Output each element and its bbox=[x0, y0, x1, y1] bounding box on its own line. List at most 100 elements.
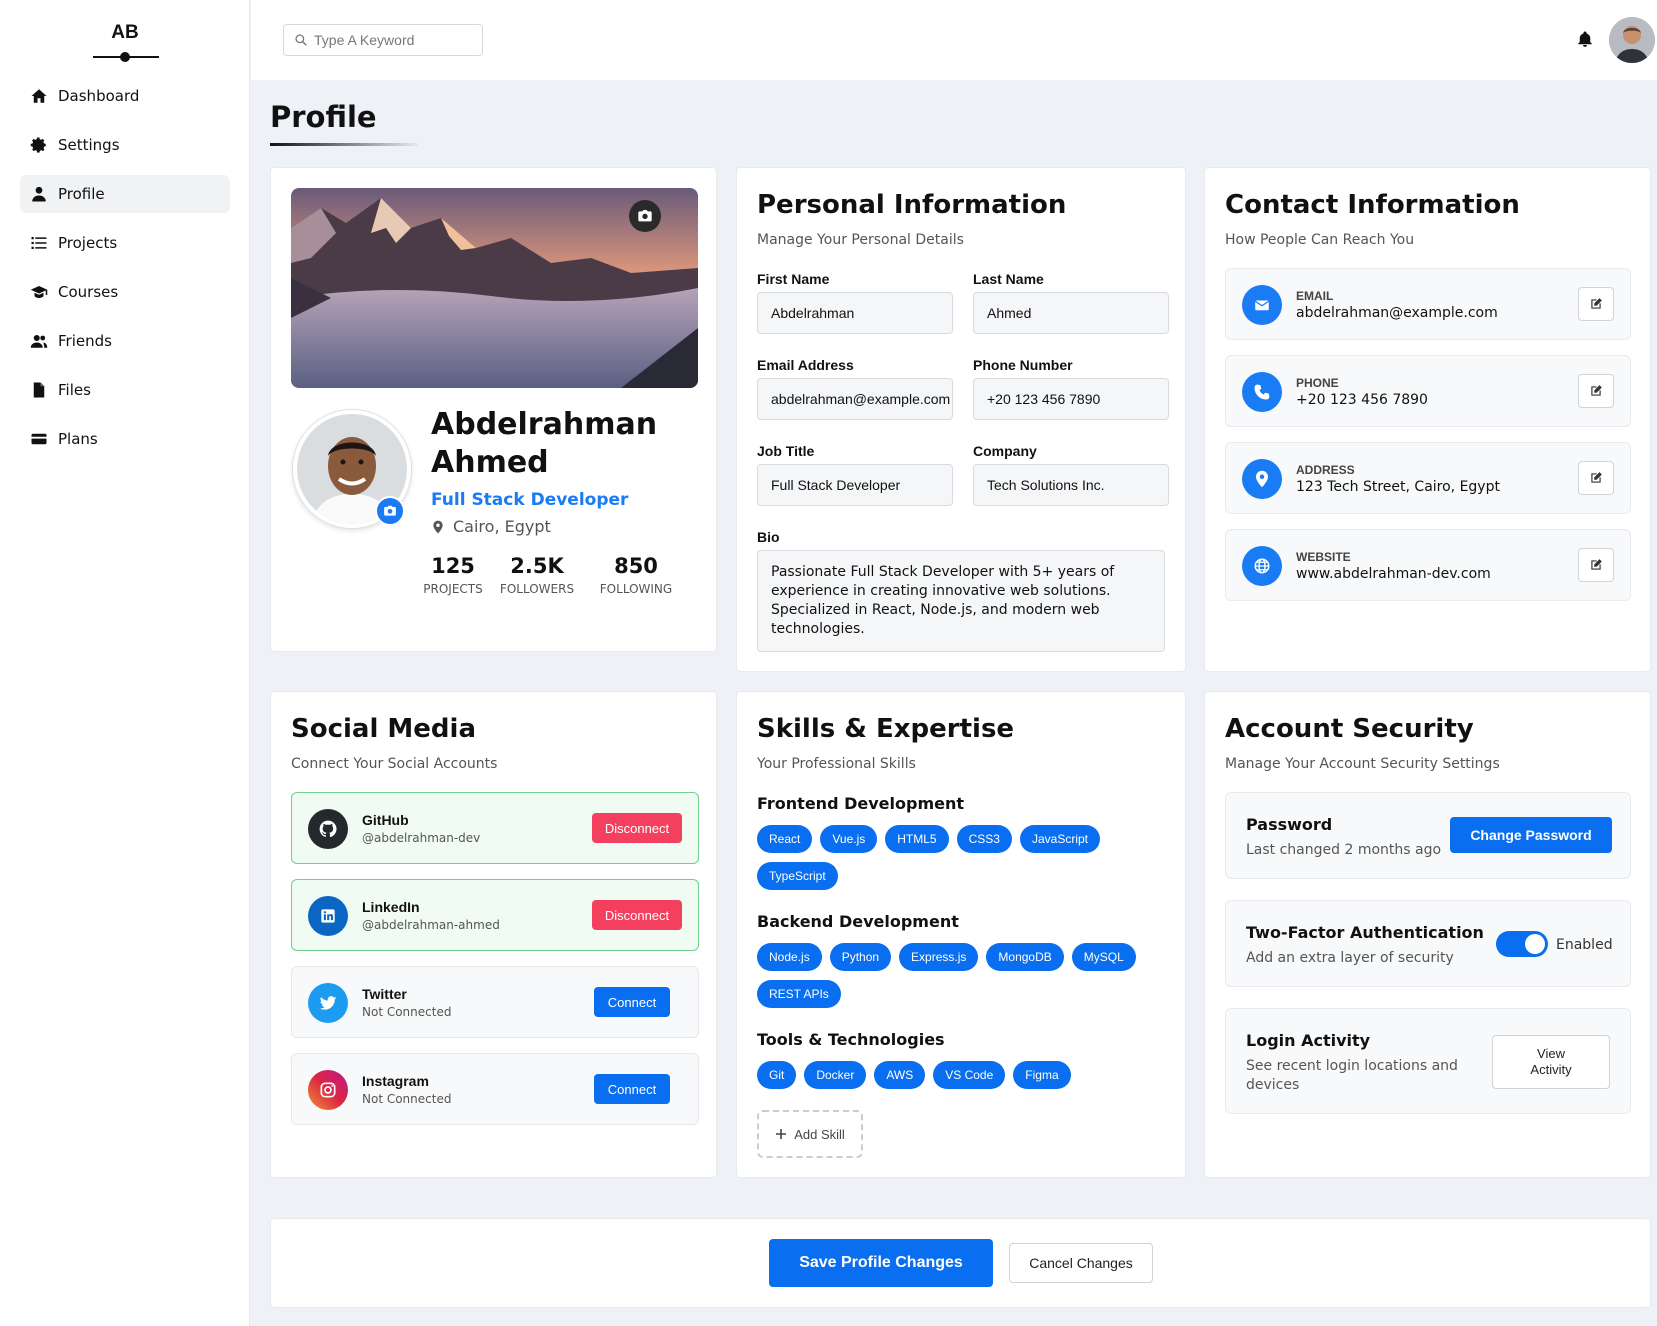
skill-tag[interactable]: React bbox=[757, 825, 813, 853]
user-avatar[interactable] bbox=[1609, 17, 1655, 63]
skill-tag[interactable]: Docker bbox=[804, 1061, 867, 1089]
sidebar-item-courses[interactable]: Courses bbox=[20, 273, 230, 311]
brand-logo[interactable]: AB bbox=[0, 22, 250, 44]
bell-icon[interactable] bbox=[1576, 30, 1594, 48]
skills-card: Skills & Expertise Your Professional Ski… bbox=[736, 691, 1186, 1178]
skill-tag[interactable]: Python bbox=[829, 943, 892, 971]
skill-tag[interactable]: Figma bbox=[1013, 1061, 1071, 1089]
phone-icon bbox=[1242, 372, 1282, 412]
cancel-changes-button[interactable]: Cancel Changes bbox=[1009, 1243, 1153, 1283]
contact-item-address: ADDRESS 123 Tech Street, Cairo, Egypt bbox=[1225, 442, 1631, 514]
card-title: Skills & Expertise bbox=[757, 714, 1015, 744]
password-title: Password bbox=[1246, 815, 1333, 834]
password-section: Password Last changed 2 months ago Chang… bbox=[1225, 792, 1631, 879]
save-profile-button[interactable]: Save Profile Changes bbox=[769, 1239, 993, 1287]
envelope-icon bbox=[1242, 285, 1282, 325]
add-skill-button[interactable]: Add Skill bbox=[757, 1110, 863, 1158]
email-label: Email Address bbox=[757, 357, 854, 373]
skill-tag[interactable]: TypeScript bbox=[757, 862, 838, 890]
contact-type: ADDRESS bbox=[1296, 463, 1355, 477]
search-icon bbox=[295, 34, 307, 46]
gear-icon bbox=[30, 137, 46, 153]
card-subtitle: Your Professional Skills bbox=[757, 756, 916, 772]
disconnect-github-button[interactable]: Disconnect bbox=[592, 813, 682, 843]
skill-tags-backend: Node.js Python Express.js MongoDB MySQL … bbox=[757, 943, 1167, 1008]
cover-camera-icon[interactable] bbox=[629, 200, 661, 232]
phone-input[interactable]: +20 123 456 7890 bbox=[973, 378, 1169, 420]
company-label: Company bbox=[973, 443, 1037, 459]
twitter-icon bbox=[308, 983, 348, 1023]
card-title: Account Security bbox=[1225, 714, 1474, 744]
skill-group-title: Frontend Development bbox=[757, 794, 964, 813]
tfa-state: Enabled bbox=[1556, 937, 1613, 953]
edit-icon bbox=[1591, 385, 1602, 396]
stat-projects: 125 PROJECTS bbox=[423, 554, 483, 596]
search-input[interactable]: Type A Keyword bbox=[283, 24, 483, 56]
edit-email-button[interactable] bbox=[1578, 287, 1614, 321]
stat-label: FOLLOWING bbox=[599, 582, 673, 596]
two-factor-toggle[interactable] bbox=[1496, 931, 1548, 957]
sidebar-item-friends[interactable]: Friends bbox=[20, 322, 230, 360]
social-handle: Not Connected bbox=[362, 1005, 452, 1019]
sidebar-item-plans[interactable]: Plans bbox=[20, 420, 230, 458]
stat-value: 850 bbox=[614, 554, 658, 578]
contact-type: PHONE bbox=[1296, 376, 1339, 390]
sidebar: AB Dashboard Settings Profile Projects C… bbox=[0, 0, 250, 1326]
skill-tag[interactable]: Vue.js bbox=[820, 825, 878, 853]
edit-icon bbox=[1591, 298, 1602, 309]
skill-tag[interactable]: JavaScript bbox=[1019, 825, 1100, 853]
skill-tag[interactable]: REST APIs bbox=[757, 980, 841, 1008]
bio-textarea[interactable]: Passionate Full Stack Developer with 5+ … bbox=[757, 550, 1165, 652]
connect-twitter-button[interactable]: Connect bbox=[594, 987, 670, 1017]
skill-tag[interactable]: MySQL bbox=[1071, 943, 1136, 971]
edit-address-button[interactable] bbox=[1578, 461, 1614, 495]
github-icon bbox=[308, 809, 348, 849]
skill-tag[interactable]: Express.js bbox=[899, 943, 979, 971]
last-name-input[interactable]: Ahmed bbox=[973, 292, 1169, 334]
view-activity-button[interactable]: View Activity bbox=[1492, 1035, 1610, 1089]
card-subtitle: Manage Your Personal Details bbox=[757, 232, 964, 248]
tfa-subtitle: Add an extra layer of security bbox=[1246, 950, 1454, 966]
map-pin-icon bbox=[433, 520, 443, 533]
stat-following: 850 FOLLOWING bbox=[596, 554, 676, 596]
sidebar-item-files[interactable]: Files bbox=[20, 371, 230, 409]
contact-value: abdelrahman@example.com bbox=[1296, 305, 1498, 321]
skill-tag[interactable]: MongoDB bbox=[986, 943, 1064, 971]
disconnect-linkedin-button[interactable]: Disconnect bbox=[592, 900, 682, 930]
skill-tag[interactable]: Node.js bbox=[757, 943, 822, 971]
first-name-input[interactable]: Abdelrahman bbox=[757, 292, 953, 334]
sidebar-item-dashboard[interactable]: Dashboard bbox=[20, 77, 230, 115]
skill-tag[interactable]: CSS3 bbox=[956, 825, 1012, 853]
sidebar-item-settings[interactable]: Settings bbox=[20, 126, 230, 164]
social-item-github: GitHub @abdelrahman-dev Disconnect bbox=[291, 792, 699, 864]
social-handle: @abdelrahman-dev bbox=[362, 831, 481, 845]
skill-tag[interactable]: VS Code bbox=[933, 1061, 1006, 1089]
toggle-knob bbox=[1525, 934, 1545, 954]
logo-dot bbox=[120, 52, 130, 62]
profile-camera-icon[interactable] bbox=[375, 496, 405, 526]
account-security-card: Account Security Manage Your Account Sec… bbox=[1204, 691, 1651, 1178]
list-icon bbox=[31, 237, 47, 249]
skill-tag[interactable]: HTML5 bbox=[885, 825, 949, 853]
sidebar-item-label: Projects bbox=[58, 234, 118, 252]
skill-tags-tools: Git Docker AWS VS Code Figma bbox=[757, 1061, 1167, 1089]
change-password-button[interactable]: Change Password bbox=[1450, 817, 1612, 853]
skill-tag[interactable]: AWS bbox=[874, 1061, 926, 1089]
edit-phone-button[interactable] bbox=[1578, 374, 1614, 408]
connect-instagram-button[interactable]: Connect bbox=[594, 1074, 670, 1104]
skill-tag[interactable]: Git bbox=[757, 1061, 797, 1089]
graduation-cap-icon bbox=[30, 286, 48, 298]
edit-website-button[interactable] bbox=[1578, 548, 1614, 582]
sidebar-item-label: Settings bbox=[58, 136, 120, 154]
company-input[interactable]: Tech Solutions Inc. bbox=[973, 464, 1169, 506]
sidebar-item-profile[interactable]: Profile bbox=[20, 175, 230, 213]
job-title-input[interactable]: Full Stack Developer bbox=[757, 464, 953, 506]
login-activity-section: Login Activity See recent login location… bbox=[1225, 1008, 1631, 1114]
sidebar-item-projects[interactable]: Projects bbox=[20, 224, 230, 262]
contact-value: 123 Tech Street, Cairo, Egypt bbox=[1296, 479, 1500, 495]
stat-followers: 2.5K FOLLOWERS bbox=[497, 554, 577, 596]
plus-icon bbox=[776, 1129, 787, 1139]
profile-name: Abdelrahman Ahmed bbox=[431, 406, 691, 482]
contact-item-website: WEBSITE www.abdelrahman-dev.com bbox=[1225, 529, 1631, 601]
email-input[interactable]: abdelrahman@example.com bbox=[757, 378, 953, 420]
